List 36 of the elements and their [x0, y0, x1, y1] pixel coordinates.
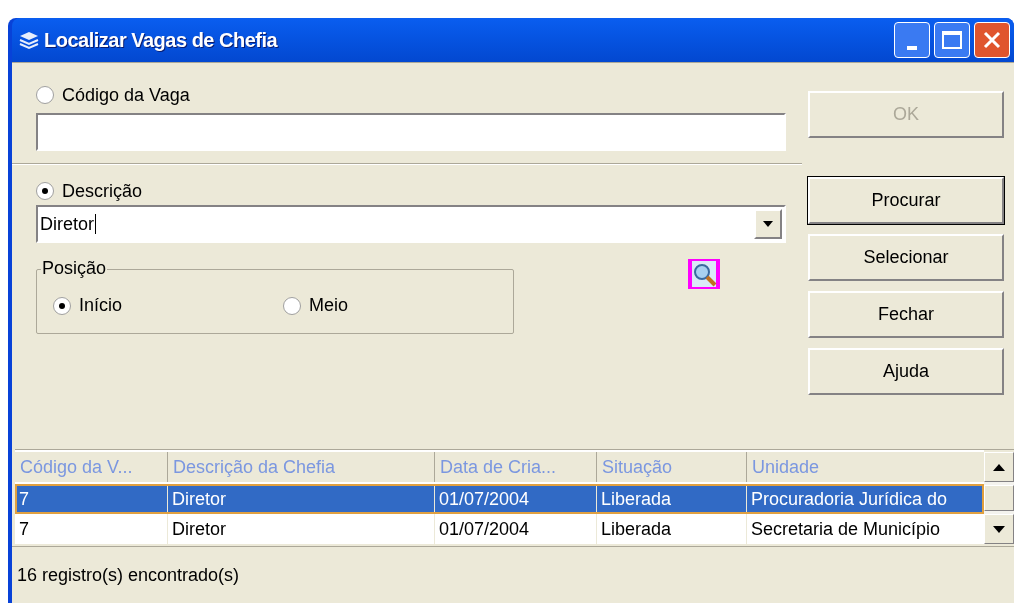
dialog-button[interactable]: Procurar — [808, 177, 1004, 224]
radio-label: Código da Vaga — [62, 83, 190, 107]
caret-icon — [763, 221, 773, 227]
input-field[interactable] — [36, 113, 786, 151]
combo-box[interactable]: Diretor — [36, 205, 786, 243]
radio-label: Início — [79, 294, 123, 317]
dialog-button[interactable]: Selecionar — [808, 234, 1004, 281]
minimize-button[interactable] — [894, 22, 930, 58]
down-arrow-icon — [993, 525, 1005, 533]
search-icon[interactable] — [688, 259, 720, 289]
scroll-up-button[interactable] — [984, 452, 1014, 482]
combo-value: Diretor — [38, 214, 96, 234]
scroll-down-button[interactable] — [984, 514, 1014, 544]
scroll-thumb[interactable] — [984, 485, 1014, 511]
table-cell: Liberada — [597, 514, 747, 544]
radio-button[interactable] — [283, 296, 301, 315]
table-cell: Diretor — [168, 514, 435, 544]
close-icon — [982, 30, 1002, 50]
radio-label: Descrição — [62, 179, 143, 203]
dialog-button[interactable]: Fechar — [808, 291, 1004, 338]
scrollbar[interactable] — [984, 452, 1014, 544]
layers-icon — [18, 30, 40, 50]
radio-button[interactable] — [36, 86, 54, 104]
dropdown-button[interactable] — [754, 209, 782, 239]
table-cell: 7 — [15, 514, 168, 544]
radio-button[interactable] — [53, 296, 71, 315]
table-row[interactable]: 7 Diretor 01/07/2004 Liberada Procuradoria Jurídica do — [15, 484, 984, 514]
dialog-button[interactable]: Ajuda — [808, 348, 1004, 395]
radio-button[interactable] — [36, 182, 54, 200]
table-cell: 01/07/2004 — [435, 514, 597, 544]
up-arrow-icon — [993, 463, 1005, 471]
status-text: 16 registro(s) encontrado(s) — [17, 563, 240, 587]
maximize-button[interactable] — [934, 22, 970, 58]
window-title: Localizar Vagas de Chefia — [44, 28, 278, 53]
close-button[interactable] — [974, 22, 1010, 58]
radio-label: Meio — [309, 294, 348, 317]
